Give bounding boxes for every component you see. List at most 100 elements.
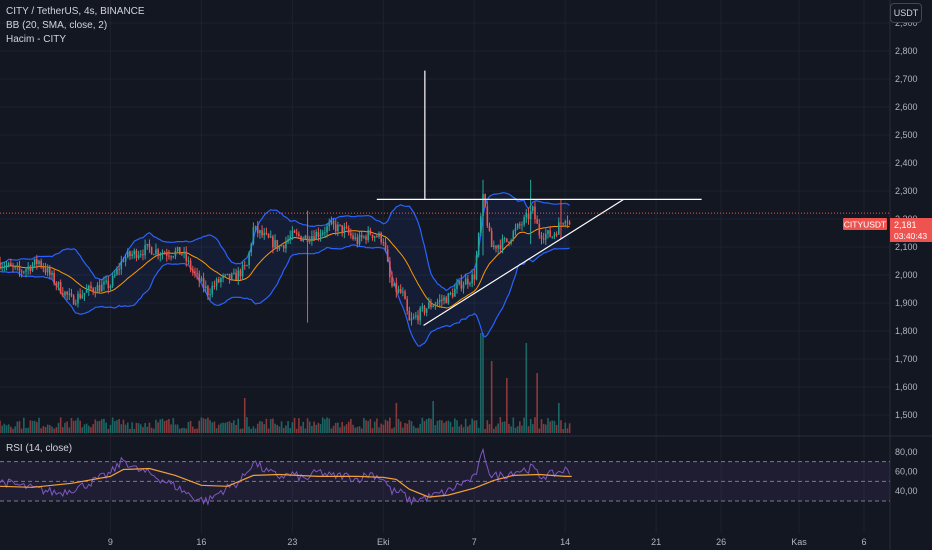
- candle-body[interactable]: [68, 293, 71, 295]
- candle-body[interactable]: [516, 224, 519, 229]
- candle-body[interactable]: [1, 266, 3, 268]
- candle-body[interactable]: [519, 224, 521, 226]
- candle-body[interactable]: [49, 268, 51, 275]
- candle-body[interactable]: [66, 291, 68, 295]
- candle-body[interactable]: [12, 265, 14, 267]
- candle-body[interactable]: [326, 226, 328, 233]
- candle-body[interactable]: [20, 271, 23, 273]
- candle-body[interactable]: [373, 236, 376, 238]
- candle-body[interactable]: [451, 293, 454, 297]
- candle-body[interactable]: [499, 245, 502, 250]
- candle-body[interactable]: [155, 249, 157, 255]
- candle-body[interactable]: [501, 238, 504, 250]
- candle-body[interactable]: [150, 247, 153, 255]
- candle-body[interactable]: [306, 235, 309, 243]
- candle-body[interactable]: [18, 266, 21, 272]
- candle-body[interactable]: [419, 307, 421, 321]
- candle-body[interactable]: [85, 289, 88, 293]
- candle-body[interactable]: [566, 221, 569, 223]
- candle-body[interactable]: [226, 273, 229, 275]
- candle-body[interactable]: [100, 284, 103, 292]
- candle-body[interactable]: [62, 293, 64, 296]
- candle-body[interactable]: [239, 270, 242, 277]
- candle-body[interactable]: [64, 291, 66, 296]
- candle-body[interactable]: [514, 228, 517, 232]
- candle-body[interactable]: [124, 257, 127, 262]
- candle-body[interactable]: [428, 302, 430, 309]
- candle-body[interactable]: [31, 264, 34, 271]
- candle-body[interactable]: [14, 266, 16, 268]
- candle-body[interactable]: [495, 245, 497, 249]
- candle-body[interactable]: [267, 234, 270, 238]
- candle-body[interactable]: [339, 224, 341, 226]
- candle-body[interactable]: [493, 245, 495, 248]
- candle-body[interactable]: [412, 316, 415, 319]
- candle-body[interactable]: [204, 286, 207, 289]
- candle-body[interactable]: [456, 284, 458, 289]
- candle-body[interactable]: [172, 256, 175, 258]
- candle-body[interactable]: [365, 236, 367, 241]
- candle-body[interactable]: [506, 238, 508, 242]
- candle-body[interactable]: [321, 232, 324, 235]
- candle-body[interactable]: [397, 289, 400, 293]
- candle-body[interactable]: [352, 235, 354, 240]
- candle-body[interactable]: [304, 235, 307, 239]
- candle-body[interactable]: [261, 230, 263, 236]
- candle-body[interactable]: [103, 281, 105, 285]
- candle-body[interactable]: [291, 230, 294, 237]
- candle-body[interactable]: [207, 286, 209, 296]
- candle-body[interactable]: [120, 261, 123, 270]
- candle-body[interactable]: [241, 265, 244, 277]
- candle-body[interactable]: [75, 303, 77, 305]
- candle-body[interactable]: [250, 243, 253, 253]
- candle-body[interactable]: [540, 235, 543, 239]
- candle-body[interactable]: [23, 271, 25, 273]
- candle-body[interactable]: [438, 299, 441, 302]
- candle-body[interactable]: [311, 236, 313, 241]
- candle-body[interactable]: [202, 278, 205, 289]
- candle-body[interactable]: [443, 297, 445, 301]
- candle-body[interactable]: [248, 252, 250, 266]
- candle-body[interactable]: [36, 258, 38, 264]
- candle-body[interactable]: [265, 232, 268, 235]
- candle-body[interactable]: [42, 266, 45, 269]
- candle-body[interactable]: [432, 305, 434, 308]
- candle-body[interactable]: [133, 250, 136, 255]
- candle-body[interactable]: [529, 210, 532, 219]
- candle-body[interactable]: [356, 237, 359, 245]
- candle-body[interactable]: [337, 224, 339, 232]
- candle-body[interactable]: [564, 221, 567, 224]
- candle-body[interactable]: [27, 266, 29, 270]
- candle-body[interactable]: [441, 299, 443, 301]
- candle-body[interactable]: [59, 281, 62, 294]
- currency-button[interactable]: USDT: [890, 3, 922, 23]
- candle-body[interactable]: [88, 285, 90, 290]
- candle-body[interactable]: [7, 263, 10, 266]
- candle-body[interactable]: [276, 240, 279, 250]
- candle-body[interactable]: [547, 230, 549, 234]
- candle-body[interactable]: [0, 262, 1, 268]
- candle-body[interactable]: [469, 283, 471, 285]
- candle-body[interactable]: [536, 219, 538, 224]
- candle-body[interactable]: [16, 266, 19, 268]
- candle-body[interactable]: [176, 247, 179, 251]
- candle-body[interactable]: [215, 279, 218, 287]
- candle-body[interactable]: [57, 281, 60, 286]
- candle-body[interactable]: [399, 289, 402, 293]
- candle-body[interactable]: [79, 293, 81, 299]
- candle-body[interactable]: [181, 253, 183, 255]
- candle-body[interactable]: [233, 272, 235, 274]
- candle-body[interactable]: [415, 315, 417, 317]
- candle-body[interactable]: [324, 232, 326, 234]
- candle-body[interactable]: [538, 223, 541, 236]
- candle-body[interactable]: [378, 232, 380, 237]
- candle-body[interactable]: [395, 282, 398, 293]
- candle-body[interactable]: [282, 245, 285, 249]
- candle-body[interactable]: [434, 304, 437, 306]
- candle-body[interactable]: [475, 255, 478, 280]
- candle-body[interactable]: [163, 253, 166, 255]
- candle-body[interactable]: [25, 269, 27, 272]
- candle-body[interactable]: [142, 254, 144, 256]
- candle-body[interactable]: [488, 225, 491, 231]
- candle-body[interactable]: [460, 280, 463, 289]
